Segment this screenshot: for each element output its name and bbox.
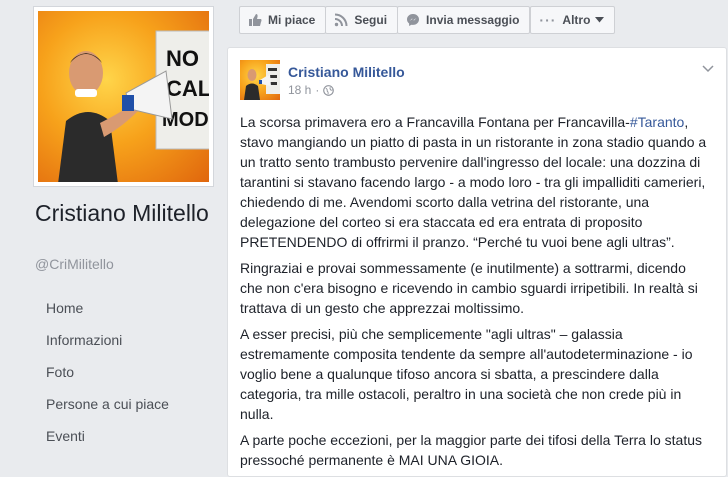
post-timestamp[interactable]: 18 h bbox=[288, 83, 311, 97]
page-action-bar: Mi piace Segui Invia messaggio ··· Altro bbox=[239, 6, 616, 34]
nav-item-persone[interactable]: Persone a cui piace bbox=[46, 394, 169, 426]
post-meta: 18 h · bbox=[288, 83, 335, 97]
page-name: Cristiano Militello bbox=[35, 200, 209, 226]
page-nav: Home Informazioni Foto Persone a cui pia… bbox=[46, 298, 169, 458]
paragraph-1-text: La scorsa primavera ero a Francavilla Fo… bbox=[240, 114, 630, 130]
post-paragraph-4: A parte poche eccezioni, per la maggior … bbox=[240, 432, 702, 468]
more-label: Altro bbox=[562, 13, 591, 27]
profile-photo-art: NO CAL MODE bbox=[58, 30, 209, 182]
thumbs-up-icon bbox=[249, 14, 262, 26]
sign-line-2: CAL bbox=[166, 76, 209, 101]
caret-down-icon bbox=[595, 17, 605, 23]
author-avatar[interactable] bbox=[240, 60, 280, 100]
follow-button[interactable]: Segui bbox=[325, 6, 399, 34]
messenger-icon bbox=[407, 14, 420, 26]
send-message-label: Invia messaggio bbox=[426, 13, 520, 27]
more-button[interactable]: ··· Altro bbox=[530, 6, 616, 34]
post-body: La scorsa primavera ero a Francavilla Fo… bbox=[240, 112, 710, 476]
more-dots-icon: ··· bbox=[539, 12, 557, 28]
nav-item-eventi[interactable]: Eventi bbox=[46, 426, 169, 458]
meta-separator: · bbox=[315, 83, 320, 97]
nav-item-foto[interactable]: Foto bbox=[46, 362, 169, 394]
left-column: NO CAL MODE Cristiano Militello @CriMili… bbox=[0, 0, 226, 463]
avatar-art bbox=[244, 64, 280, 100]
paragraph-1-continuation: , stavo mangiando un piatto di pasta in … bbox=[240, 114, 707, 250]
post-author[interactable]: Cristiano Militello bbox=[288, 64, 405, 80]
profile-photo: NO CAL MODE bbox=[38, 11, 209, 182]
nav-item-informazioni[interactable]: Informazioni bbox=[46, 330, 169, 362]
profile-picture[interactable]: NO CAL MODE bbox=[33, 6, 214, 187]
like-button[interactable]: Mi piace bbox=[239, 6, 327, 34]
rss-icon bbox=[335, 13, 348, 27]
globe-icon[interactable] bbox=[323, 84, 335, 96]
hashtag-link[interactable]: #Taranto bbox=[630, 114, 684, 130]
page-handle[interactable]: @CriMilitello bbox=[35, 256, 114, 272]
follow-label: Segui bbox=[354, 13, 388, 27]
post-card: Cristiano Militello 18 h · La scorsa pri… bbox=[227, 47, 727, 477]
like-label: Mi piace bbox=[268, 13, 316, 27]
sign-line-1: NO bbox=[166, 46, 199, 71]
send-message-button[interactable]: Invia messaggio bbox=[397, 6, 531, 34]
nav-item-home[interactable]: Home bbox=[46, 298, 169, 330]
post-options-chevron-icon[interactable] bbox=[702, 62, 714, 74]
post-paragraph-2: Ringraziai e provai sommessamente (e inu… bbox=[240, 260, 698, 316]
post-paragraph-3: A esser precisi, più che semplicemente "… bbox=[240, 326, 693, 422]
post-paragraph-1: La scorsa primavera ero a Francavilla Fo… bbox=[240, 112, 710, 252]
